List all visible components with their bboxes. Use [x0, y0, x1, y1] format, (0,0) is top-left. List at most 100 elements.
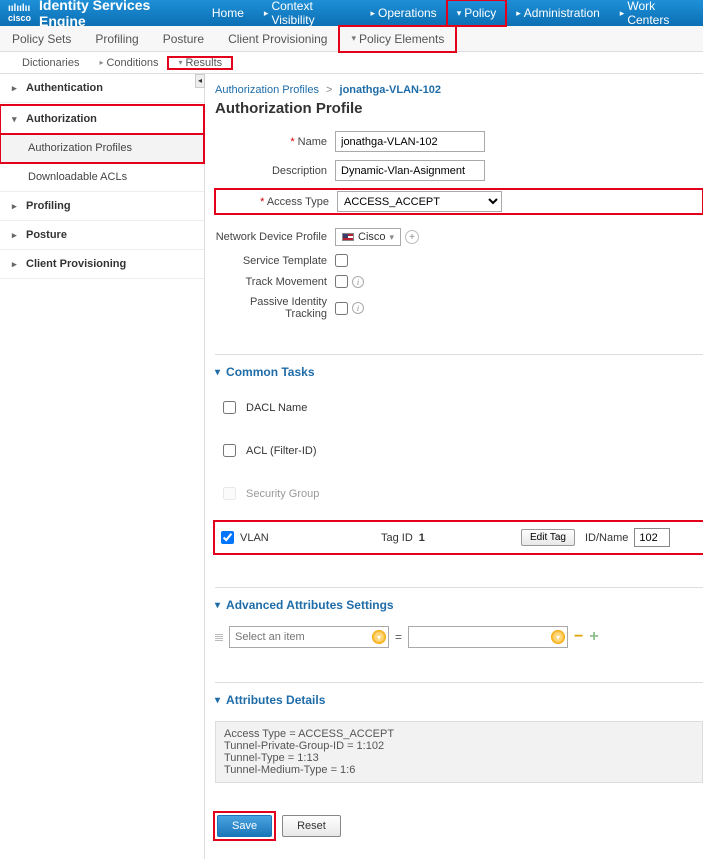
nav-context-visibility[interactable]: Context Visibility [254, 0, 361, 26]
label-security-group: Security Group [246, 488, 319, 500]
task-acl: ACL (Filter-ID) [215, 436, 703, 465]
plus-icon: + [409, 232, 415, 243]
combo-value-input[interactable] [409, 627, 567, 647]
checkbox-acl[interactable] [223, 444, 236, 457]
select-access-type[interactable]: ACCESS_ACCEPT [337, 191, 502, 212]
task-security-group: Security Group [215, 479, 703, 508]
divider [215, 682, 703, 683]
section-advanced-attributes[interactable]: Advanced Attributes Settings [215, 598, 703, 612]
dropdown-icon[interactable]: ▾ [372, 630, 386, 644]
subnav-client-provisioning[interactable]: Client Provisioning [216, 26, 339, 52]
content: Authorization Profiles > jonathga-VLAN-1… [205, 74, 703, 859]
info-icon[interactable]: i [352, 302, 364, 314]
page-title: Authorization Profile [215, 100, 703, 117]
value-tag-id: 1 [419, 532, 425, 544]
reset-button[interactable]: Reset [282, 815, 341, 837]
subnav-profiling[interactable]: Profiling [83, 26, 150, 52]
sidebar-item-posture[interactable]: Posture [0, 221, 204, 250]
combo-attribute[interactable]: ▾ [229, 626, 389, 648]
sidebar-item-authentication[interactable]: Authentication [0, 74, 204, 103]
label-id-name: ID/Name [585, 532, 628, 544]
nav-home[interactable]: Home [202, 0, 254, 26]
attributes-details-box: Access Type = ACCESS_ACCEPT Tunnel-Priva… [215, 721, 703, 783]
brand-logo: ıılıılıı cisco [0, 4, 39, 23]
thirdnav-results[interactable]: Results [168, 57, 232, 69]
input-description[interactable] [335, 160, 485, 181]
row-name: Name [215, 131, 703, 152]
checkbox-track-movement[interactable] [335, 275, 348, 288]
section-attributes-details[interactable]: Attributes Details [215, 693, 703, 707]
save-button[interactable]: Save [217, 815, 272, 837]
sidebar-item-profiling[interactable]: Profiling [0, 192, 204, 221]
checkbox-vlan[interactable] [221, 531, 234, 544]
checkbox-dacl[interactable] [223, 401, 236, 414]
drag-handle-icon[interactable] [215, 634, 223, 641]
divider [215, 587, 703, 588]
row-network-device-profile: Network Device Profile Cisco ▾ + [215, 228, 703, 246]
subnav-posture[interactable]: Posture [151, 26, 216, 52]
checkbox-passive-identity[interactable] [335, 302, 348, 315]
ndp-value: Cisco [358, 231, 386, 243]
remove-row-button[interactable]: − [574, 628, 583, 646]
row-track-movement: Track Movement i [215, 275, 703, 288]
row-description: Description [215, 160, 703, 181]
button-row: Save Reset [215, 813, 703, 839]
advanced-row: ▾ = ▾ − + [215, 626, 703, 648]
add-ndp-button[interactable]: + [405, 230, 419, 244]
breadcrumb-root[interactable]: Authorization Profiles [215, 84, 319, 96]
nav-work-centers[interactable]: Work Centers [610, 0, 703, 26]
equals-sign: = [395, 630, 402, 644]
cisco-bars-icon: ıılıılıı [8, 4, 31, 14]
thirdnav-dictionaries[interactable]: Dictionaries [12, 57, 89, 69]
label-service-template: Service Template [215, 255, 335, 267]
label-access-type: Access Type [217, 196, 337, 208]
thirdnav-conditions[interactable]: Conditions [89, 57, 168, 69]
breadcrumb-current: jonathga-VLAN-102 [340, 84, 441, 96]
chevron-down-icon: ▾ [390, 232, 395, 243]
main: ◂ Authentication Authorization Authoriza… [0, 74, 703, 859]
label-vlan: VLAN [240, 532, 269, 544]
sidebar-item-client-provisioning[interactable]: Client Provisioning [0, 250, 204, 279]
breadcrumb-sep: > [326, 84, 332, 96]
subnav-policy-elements[interactable]: Policy Elements [339, 26, 456, 52]
sidebar-item-authorization[interactable]: Authorization [0, 105, 204, 134]
thirdbar: Dictionaries Conditions Results [0, 52, 703, 74]
sidebar-collapse-button[interactable]: ◂ [195, 74, 205, 88]
combo-attribute-input[interactable] [230, 627, 388, 647]
info-icon[interactable]: i [352, 276, 364, 288]
breadcrumb: Authorization Profiles > jonathga-VLAN-1… [215, 84, 703, 96]
sidebar-item-authorization-profiles[interactable]: Authorization Profiles [0, 134, 204, 163]
save-highlight: Save [215, 813, 274, 839]
topbar: ıılıılıı cisco Identity Services Engine … [0, 0, 703, 26]
checkbox-security-group [223, 487, 236, 500]
select-network-device-profile[interactable]: Cisco ▾ [335, 228, 401, 246]
flag-icon [342, 233, 354, 241]
input-id-name[interactable] [634, 528, 670, 547]
nav-administration[interactable]: Administration [506, 0, 610, 26]
task-dacl-name: DACL Name [215, 393, 703, 422]
section-common-tasks[interactable]: Common Tasks [215, 365, 703, 379]
edit-tag-button[interactable]: Edit Tag [521, 529, 575, 546]
label-name: Name [215, 136, 335, 148]
nav-operations[interactable]: Operations [360, 0, 446, 26]
label-track-movement: Track Movement [215, 276, 335, 288]
input-name[interactable] [335, 131, 485, 152]
label-acl: ACL (Filter-ID) [246, 445, 316, 457]
combo-value[interactable]: ▾ [408, 626, 568, 648]
task-vlan: VLAN Tag ID 1 Edit Tag ID/Name [215, 522, 703, 553]
subnav-policy-sets[interactable]: Policy Sets [0, 26, 83, 52]
sidebar-item-downloadable-acls[interactable]: Downloadable ACLs [0, 163, 204, 192]
label-description: Description [215, 165, 335, 177]
dropdown-icon[interactable]: ▾ [551, 630, 565, 644]
label-tag-id: Tag ID [381, 532, 413, 544]
label-passive-identity: Passive Identity Tracking [215, 296, 335, 320]
row-access-type: Access Type ACCESS_ACCEPT [215, 189, 703, 214]
label-ndp: Network Device Profile [215, 231, 335, 243]
cisco-text: cisco [8, 14, 31, 23]
divider [215, 354, 703, 355]
add-row-button[interactable]: + [589, 628, 598, 646]
nav-policy[interactable]: Policy [447, 0, 507, 26]
checkbox-service-template[interactable] [335, 254, 348, 267]
row-passive-identity: Passive Identity Tracking i [215, 296, 703, 320]
sidebar: ◂ Authentication Authorization Authoriza… [0, 74, 205, 859]
